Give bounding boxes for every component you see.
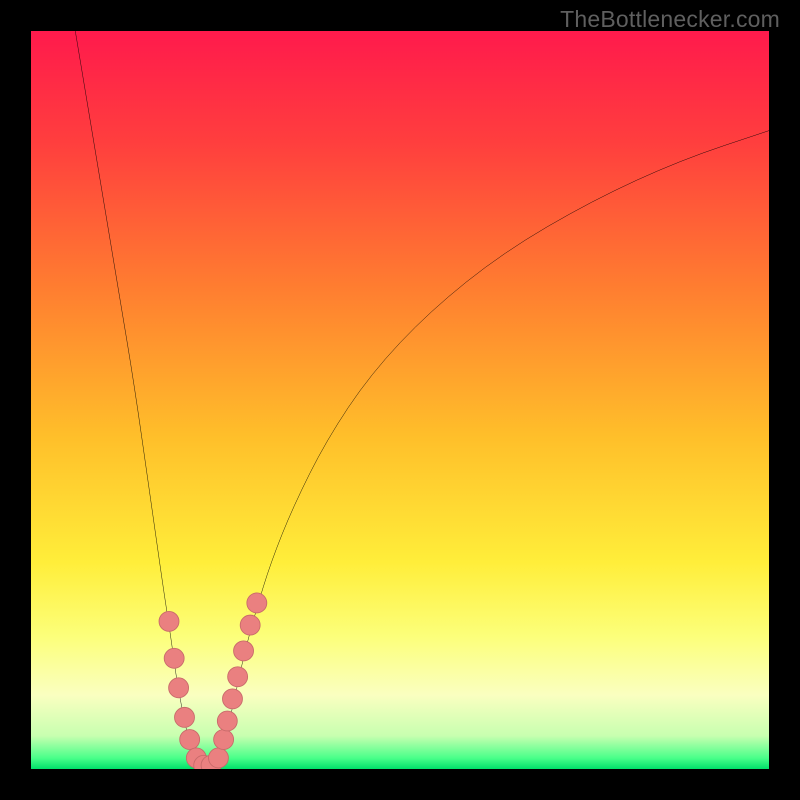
- watermark-text: TheBottlenecker.com: [560, 6, 780, 33]
- data-point: [247, 593, 267, 613]
- data-point: [175, 707, 195, 727]
- data-point: [223, 689, 243, 709]
- data-point: [159, 611, 179, 631]
- data-point: [164, 648, 184, 668]
- data-point: [169, 678, 189, 698]
- chart-frame: TheBottlenecker.com: [0, 0, 800, 800]
- data-point: [240, 615, 260, 635]
- data-point: [228, 667, 248, 687]
- data-point: [217, 711, 237, 731]
- data-point: [208, 748, 228, 768]
- data-point: [214, 730, 234, 750]
- plot-area: [31, 31, 769, 769]
- data-point: [180, 730, 200, 750]
- curve-layer: [31, 31, 769, 769]
- data-point: [234, 641, 254, 661]
